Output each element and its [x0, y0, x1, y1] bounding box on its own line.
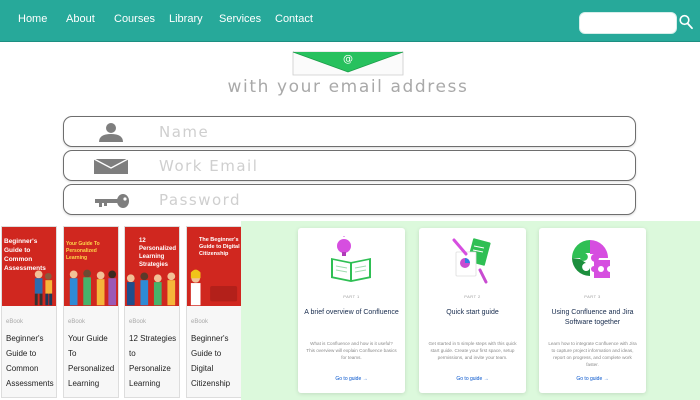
book-idea-icon	[331, 236, 371, 282]
guide-description: Learn how to integrate Confluence with J…	[548, 341, 637, 367]
person-illustration-icon	[190, 269, 238, 306]
book-card[interactable]: The Beginner's Guide to Digital Citizens…	[186, 226, 242, 398]
book-cover: Your Guide To Personalized Learning	[64, 227, 118, 306]
envelope-icon	[93, 158, 129, 174]
guide-card[interactable]: PART 3 Using Confluence and Jira Softwar…	[539, 228, 646, 393]
book-category: eBook	[129, 319, 147, 325]
password-input[interactable]	[159, 187, 619, 212]
nav-home[interactable]: Home	[18, 13, 47, 25]
search-input[interactable]	[579, 12, 677, 34]
guide-card[interactable]: PART 2 Quick start guide Get started in …	[419, 228, 526, 393]
guide-part-label: PART 3	[584, 294, 601, 299]
nav-services[interactable]: Services	[219, 13, 261, 25]
guide-title: A brief overview of Confluence	[304, 309, 399, 316]
svg-text:@: @	[343, 54, 353, 65]
guide-card[interactable]: PART 1 A brief overview of Confluence Wh…	[298, 228, 405, 393]
envelope-at-icon: @	[292, 51, 404, 76]
book-title[interactable]: Beginner's Guide to Digital Citizenship	[191, 331, 241, 391]
book-cover-title: Your Guide To Personalized Learning	[66, 241, 100, 261]
book-card[interactable]: 12 Personalized Learning Strategies eBoo…	[124, 226, 180, 398]
nav-courses[interactable]: Courses	[114, 13, 155, 25]
work-email-input[interactable]	[159, 153, 619, 178]
key-icon	[95, 194, 129, 208]
password-field	[63, 184, 636, 215]
guide-description: Get started in 5 simple steps with this …	[428, 341, 517, 360]
book-cover: Beginner's Guide to Common Assessments	[2, 227, 56, 306]
go-to-guide-link[interactable]: Go to guide →	[539, 376, 646, 382]
guide-title: Quick start guide	[446, 309, 499, 316]
book-cover-title: The Beginner's Guide to Digital Citizens…	[199, 237, 240, 257]
book-category: eBook	[191, 319, 209, 325]
puzzle-icon	[572, 240, 610, 278]
book-title[interactable]: Your Guide To Personalized Learning	[68, 331, 118, 391]
book-cover: 12 Personalized Learning Strategies	[125, 227, 179, 306]
book-title[interactable]: 12 Strategies to Personalize Learning	[129, 331, 179, 391]
user-icon	[99, 123, 123, 142]
people-illustration-icon	[126, 272, 176, 306]
book-title[interactable]: Beginner's Guide to Common Assessments	[6, 331, 56, 391]
people-illustration-icon	[69, 269, 117, 306]
signup-tagline: with your email address	[227, 77, 469, 97]
book-category: eBook	[68, 319, 86, 325]
nav-contact[interactable]: Contact	[275, 13, 313, 25]
guide-title: Using Confluence and Jira Software toget…	[551, 309, 634, 326]
book-category: eBook	[6, 319, 24, 325]
guide-part-label: PART 2	[464, 294, 481, 299]
nav-about[interactable]: About	[66, 13, 95, 25]
go-to-guide-link[interactable]: Go to guide →	[419, 376, 526, 382]
guide-part-label: PART 1	[343, 294, 360, 299]
go-to-guide-link[interactable]: Go to guide →	[298, 376, 405, 382]
people-illustration-icon	[34, 270, 53, 306]
nav-library[interactable]: Library	[169, 13, 203, 25]
book-card[interactable]: Your Guide To Personalized Learning eBoo…	[63, 226, 119, 398]
page: Home About Courses Library Services Cont…	[0, 0, 700, 400]
search-icon[interactable]	[678, 13, 694, 31]
top-nav: Home About Courses Library Services Cont…	[0, 0, 700, 42]
book-cover: The Beginner's Guide to Digital Citizens…	[187, 227, 241, 306]
name-field	[63, 116, 636, 147]
work-email-field	[63, 150, 636, 181]
guide-description: What is Confluence and how is it useful?…	[306, 341, 397, 360]
name-input[interactable]	[159, 119, 619, 144]
book-card[interactable]: Beginner's Guide to Common Assessments e…	[1, 226, 57, 398]
pencil-document-icon	[452, 238, 491, 284]
